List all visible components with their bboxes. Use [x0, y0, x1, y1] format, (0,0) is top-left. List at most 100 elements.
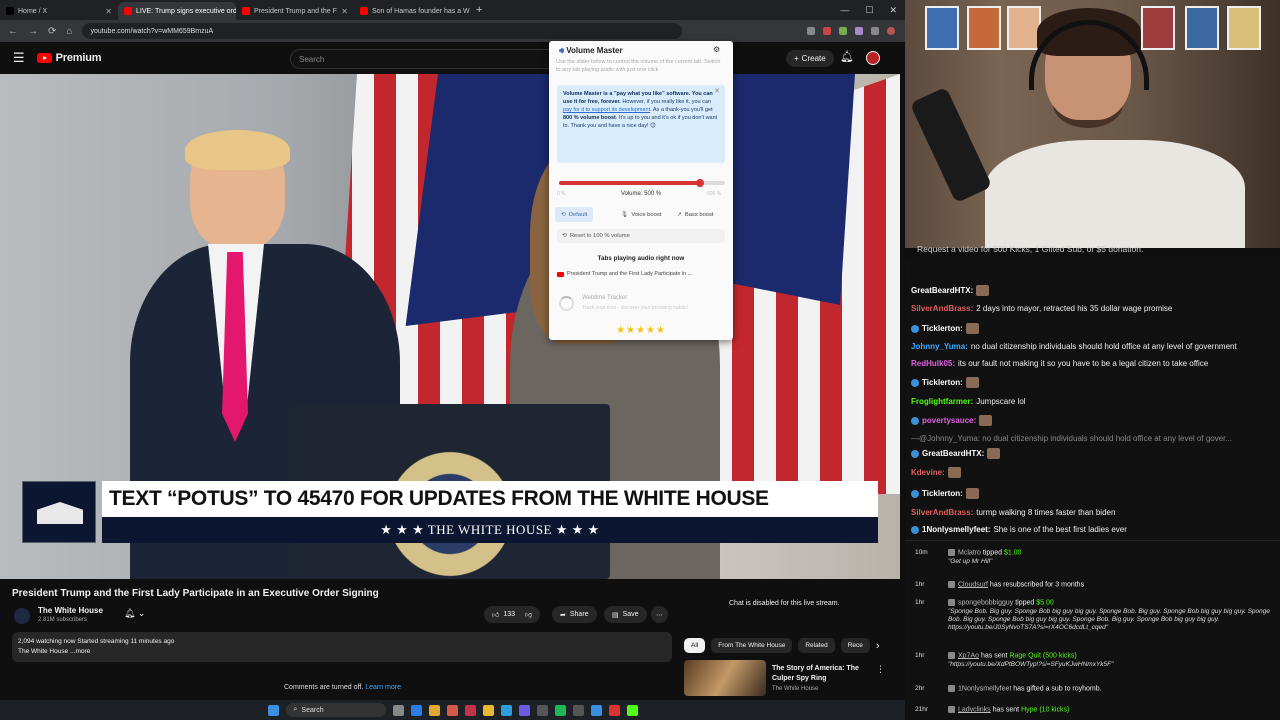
- recommended-video[interactable]: The Story of America: The Culper Spy Rin…: [684, 660, 885, 700]
- promo-webtime-tracker[interactable]: Webtime Tracker Track your time - discov…: [557, 293, 725, 315]
- chat-username[interactable]: povertysauce:: [922, 416, 976, 425]
- recommended-thumbnail[interactable]: [684, 660, 766, 696]
- task-view-icon[interactable]: [392, 704, 404, 716]
- extension-icon[interactable]: [823, 27, 831, 35]
- stream-events: 10m Mclatro tipped $1.00 "Get up Mr Hill" 1…: [905, 540, 1280, 720]
- chat-username[interactable]: Johnny_Yuma:: [911, 342, 968, 351]
- taskbar-search[interactable]: ⌕ Search: [285, 703, 386, 717]
- maximize-button[interactable]: ☐: [865, 5, 873, 16]
- app-icon[interactable]: [500, 704, 512, 716]
- spotify-icon[interactable]: [554, 704, 566, 716]
- address-bar[interactable]: youtube.com/watch?v=wMM659BmzuA: [82, 23, 683, 39]
- app-icon[interactable]: [590, 704, 602, 716]
- description-box[interactable]: 2,094 watching now Started streaming 11 …: [12, 632, 672, 662]
- filter-chip[interactable]: Rece: [840, 638, 870, 653]
- extension-icon[interactable]: [839, 27, 847, 35]
- browser-tab[interactable]: President Trump and the F ✕: [236, 2, 354, 20]
- close-tab-icon[interactable]: ✕: [105, 7, 112, 16]
- filter-chip[interactable]: Related: [798, 638, 835, 653]
- notifications-bell-icon[interactable]: 🔔︎: [840, 50, 854, 63]
- browser-tab[interactable]: Son of Hamas founder has a W✕: [354, 2, 472, 20]
- chat-username[interactable]: 1Nonlysmellyfeet:: [922, 525, 990, 534]
- event-user[interactable]: Ladyclinks: [958, 706, 991, 713]
- event-user[interactable]: Mclatro: [958, 549, 981, 556]
- like-button[interactable]: 👍︎ 133 👎︎: [484, 606, 541, 623]
- search-input[interactable]: Search: [290, 49, 550, 69]
- home-icon[interactable]: ⌂: [66, 26, 72, 37]
- filter-chip[interactable]: From The White House: [711, 638, 793, 653]
- windows-start-icon[interactable]: [267, 704, 279, 716]
- browser-tab[interactable]: LIVE: Trump signs executive ord✕: [118, 2, 236, 20]
- lower-third-banner: TEXT “POTUS” TO 45470 FOR UPDATES FROM T…: [22, 481, 878, 544]
- event-user[interactable]: 1Nonlysmellyfeet: [958, 685, 1011, 692]
- chat-username[interactable]: Ticklerton:: [922, 324, 963, 333]
- browser-tab[interactable]: Home / X ✕: [0, 2, 118, 20]
- app-icon[interactable]: [536, 704, 548, 716]
- chat-username[interactable]: RedHulk05:: [911, 359, 955, 368]
- close-icon[interactable]: ✕: [714, 88, 720, 96]
- youtube-logo[interactable]: Premium: [36, 52, 102, 64]
- extension-icon[interactable]: [871, 27, 879, 35]
- more-actions-button[interactable]: ⋯: [651, 606, 668, 623]
- edge-icon[interactable]: [410, 704, 422, 716]
- chevron-right-icon[interactable]: ›: [876, 640, 880, 652]
- chat-username[interactable]: Ticklerton:: [922, 489, 963, 498]
- app-icon[interactable]: [518, 704, 530, 716]
- event-user[interactable]: Cloudsurf: [958, 581, 988, 588]
- chat-username[interactable]: Froglightfarmer:: [911, 397, 973, 406]
- gear-icon[interactable]: ⚙: [713, 45, 720, 54]
- reload-icon[interactable]: ⟳: [48, 26, 56, 37]
- chat-username[interactable]: GreatBeardHTX:: [922, 449, 984, 458]
- chat-message: SilverAndBrass: turmp walking 8 times fas…: [911, 508, 1115, 517]
- bass-boost-button[interactable]: ➚ Bass boost: [671, 207, 720, 222]
- extension-icon[interactable]: [855, 27, 863, 35]
- volume-slider-handle[interactable]: [696, 179, 705, 187]
- app-icon[interactable]: [608, 704, 620, 716]
- extension-icon[interactable]: [807, 27, 815, 35]
- save-button[interactable]: ▤ Save: [604, 606, 647, 623]
- chat-username[interactable]: SilverAndBrass:: [911, 304, 973, 313]
- channel-avatar[interactable]: [14, 608, 30, 624]
- reset-volume-button[interactable]: ⟲ Reset to 100 % volume: [557, 229, 725, 243]
- app-icon[interactable]: [572, 704, 584, 716]
- learn-more-link[interactable]: Learn more: [365, 684, 401, 691]
- recommended-title[interactable]: The Story of America: The Culper Spy Rin…: [772, 664, 867, 684]
- create-button[interactable]: + Create: [786, 50, 834, 67]
- thumbs-down-icon[interactable]: 👎︎: [525, 610, 532, 619]
- minimize-button[interactable]: —: [840, 5, 849, 16]
- back-icon[interactable]: ←: [8, 26, 18, 37]
- rating-stars[interactable]: ★★★★★: [549, 325, 733, 336]
- volume-slider[interactable]: [559, 179, 725, 187]
- forward-icon[interactable]: →: [28, 26, 38, 37]
- kick-icon[interactable]: [626, 704, 638, 716]
- close-window-button[interactable]: ✕: [889, 5, 897, 16]
- default-button[interactable]: ⟲ Default: [555, 207, 594, 222]
- chat-message: RedHulk05: its our fault not making it so…: [911, 359, 1208, 368]
- share-button[interactable]: ➦ Share: [552, 606, 597, 623]
- chat-username[interactable]: SilverAndBrass:: [911, 508, 973, 517]
- chat-username[interactable]: Kdevine:: [911, 468, 945, 477]
- close-tab-icon[interactable]: ✕: [341, 7, 348, 16]
- chat-message: Johnny_Yuma: no dual citizenship individu…: [911, 342, 1237, 351]
- new-tab-button[interactable]: +: [476, 4, 482, 16]
- pay-link[interactable]: pay for it to support its development: [563, 107, 650, 113]
- video-player[interactable]: TEXT “POTUS” TO 45470 FOR UPDATES FROM T…: [0, 74, 900, 579]
- account-avatar[interactable]: [866, 51, 880, 65]
- chat-username[interactable]: GreatBeardHTX:: [911, 286, 973, 295]
- subscribe-bell-icon[interactable]: 🔔︎ ⌄: [124, 608, 145, 619]
- request-banner: Request a video for 500 Kicks, 1 Gifted …: [917, 244, 1144, 254]
- profile-icon[interactable]: [887, 27, 895, 35]
- more-vert-icon[interactable]: ⋮: [876, 664, 885, 675]
- app-icon[interactable]: [464, 704, 476, 716]
- filter-chip[interactable]: All: [684, 638, 706, 653]
- audio-tab-item[interactable]: President Trump and the First Lady Parti…: [557, 271, 725, 277]
- file-explorer-icon[interactable]: [482, 704, 494, 716]
- chat-username[interactable]: Ticklerton:: [922, 378, 963, 387]
- chrome-icon[interactable]: [428, 704, 440, 716]
- voice-boost-button[interactable]: 🎙︎ Voice boost: [615, 207, 667, 222]
- event-user[interactable]: spongebobbigguy: [958, 599, 1013, 606]
- event-user[interactable]: Xp7Ao: [958, 652, 979, 659]
- hamburger-menu-icon[interactable]: ☰: [13, 50, 25, 66]
- channel-name[interactable]: The White House: [38, 606, 103, 615]
- chrome-profile-icon[interactable]: [446, 704, 458, 716]
